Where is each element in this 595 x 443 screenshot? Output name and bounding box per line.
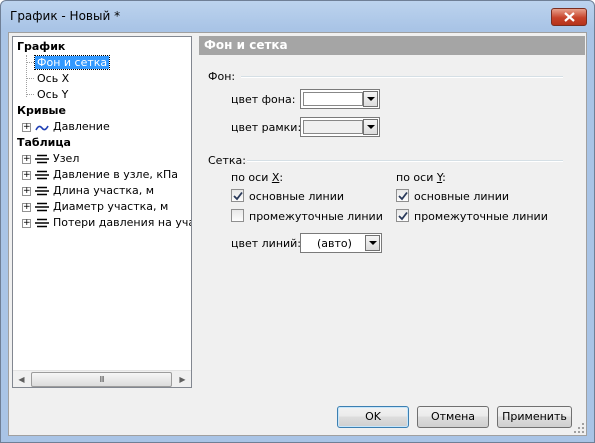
scroll-thumb[interactable]: III [31, 372, 172, 387]
checkmark-icon [398, 211, 408, 221]
curve-icon [35, 125, 49, 131]
tree-item-label: Диаметр участка, м [53, 200, 169, 213]
line-color-dropdown-button[interactable] [365, 235, 380, 251]
x-minor-lines-checkbox[interactable] [231, 209, 244, 222]
tree-item-label: Ось X [37, 72, 70, 85]
tree-item-table-column[interactable]: + Давление в узле, кПа [13, 167, 191, 183]
tree-item-label: Ось Y [37, 88, 69, 101]
tree-guide [27, 62, 34, 63]
title-bar[interactable]: График - Новый * [1, 1, 594, 31]
line-color-select[interactable]: (авто) [300, 233, 382, 253]
axis-x-label: по оси X: [231, 171, 284, 184]
y-minor-lines-checkbox[interactable] [396, 209, 409, 222]
frame-color-swatch [303, 120, 363, 134]
apply-button[interactable]: Применить [497, 406, 572, 428]
tree-guide [27, 78, 34, 79]
scroll-right-icon[interactable]: ▶ [174, 371, 191, 388]
expand-icon[interactable]: + [22, 123, 31, 132]
tree-item-label: Длина участка, м [53, 184, 155, 197]
tree-section-curves[interactable]: Кривые [17, 103, 66, 119]
expand-icon[interactable]: + [22, 203, 31, 212]
tree-item-table-column[interactable]: + Диаметр участка, м [13, 199, 191, 215]
tree-section-graph[interactable]: График [17, 39, 65, 55]
tree-section-label: График [17, 40, 66, 53]
tree-item-background-grid[interactable]: Фон и сетка [33, 55, 111, 71]
bg-color-swatch [303, 92, 363, 106]
group-divider [247, 160, 563, 162]
chevron-down-icon [368, 241, 377, 245]
expand-icon[interactable]: + [22, 155, 31, 164]
grid-group-label: Сетка: [208, 154, 246, 167]
frame-color-picker[interactable] [300, 117, 380, 137]
panel-header: Фон и сетка [199, 36, 585, 55]
y-minor-lines-label[interactable]: промежуточные линии [414, 210, 548, 223]
tree-item-pressure-curve[interactable]: + Давление [13, 119, 191, 135]
chevron-down-icon [366, 125, 375, 129]
bg-color-picker[interactable] [300, 89, 380, 109]
x-minor-lines-label[interactable]: промежуточные линии [249, 210, 383, 223]
y-major-lines-label[interactable]: основные линии [414, 190, 509, 203]
line-color-value: (авто) [317, 237, 352, 250]
tree-guide [27, 94, 34, 95]
tree-horizontal-scrollbar[interactable]: ◀ III ▶ [13, 370, 191, 387]
close-icon [563, 12, 575, 22]
checkmark-icon [233, 191, 243, 201]
bg-color-dropdown-button[interactable] [363, 91, 378, 107]
y-major-lines-checkbox[interactable] [396, 189, 409, 202]
tree-item-axis-y[interactable]: Ось Y [37, 87, 68, 103]
tree-section-label: Таблица [17, 136, 71, 149]
axis-y-label: по оси Y: [396, 171, 446, 184]
column-icon [35, 170, 49, 180]
ok-button[interactable]: OK [337, 406, 409, 428]
grip-icon: III [99, 375, 104, 384]
tree-item-label: Давление в узле, кПа [53, 168, 179, 181]
window-title: График - Новый * [10, 9, 121, 23]
tree-item-table-column[interactable]: + Потери давления на участк [13, 215, 191, 231]
close-button[interactable] [551, 8, 587, 26]
settings-tree: График Фон и сетка Ось X Ось Y Кривые + [12, 36, 192, 388]
column-icon [35, 186, 49, 196]
frame-color-dropdown-button[interactable] [363, 119, 378, 135]
group-divider [241, 76, 563, 78]
dialog-client: График Фон и сетка Ось X Ось Y Кривые + [8, 32, 587, 436]
x-major-lines-checkbox[interactable] [231, 189, 244, 202]
tree-item-table-column[interactable]: + Узел [13, 151, 191, 167]
tree-item-label: Давление [53, 120, 110, 133]
tree-item-label: Потери давления на участк [53, 216, 191, 229]
tree-section-table[interactable]: Таблица [17, 135, 71, 151]
bg-color-label: цвет фона: [231, 93, 296, 106]
scroll-left-icon[interactable]: ◀ [13, 371, 30, 388]
dialog-window: График - Новый * График Фон и сетка Ось … [0, 0, 595, 443]
tree-item-table-column[interactable]: + Длина участка, м [13, 183, 191, 199]
x-major-lines-label[interactable]: основные линии [249, 190, 344, 203]
expand-icon[interactable]: + [22, 187, 31, 196]
cancel-button[interactable]: Отмена [417, 406, 489, 428]
checkmark-icon [398, 191, 408, 201]
tree-section-label: Кривые [17, 104, 66, 117]
line-color-label: цвет линий: [231, 237, 302, 250]
tree-item-label: Фон и сетка [33, 55, 111, 70]
chevron-down-icon [366, 97, 375, 101]
tree-item-axis-x[interactable]: Ось X [37, 71, 69, 87]
frame-color-label: цвет рамки: [231, 121, 302, 134]
background-group-label: Фон: [208, 70, 236, 83]
expand-icon[interactable]: + [22, 219, 31, 228]
column-icon [35, 154, 49, 164]
tree-item-label: Узел [53, 152, 80, 165]
column-icon [35, 202, 49, 212]
resize-grip-icon[interactable] [573, 422, 585, 434]
column-icon [35, 218, 49, 228]
expand-icon[interactable]: + [22, 171, 31, 180]
